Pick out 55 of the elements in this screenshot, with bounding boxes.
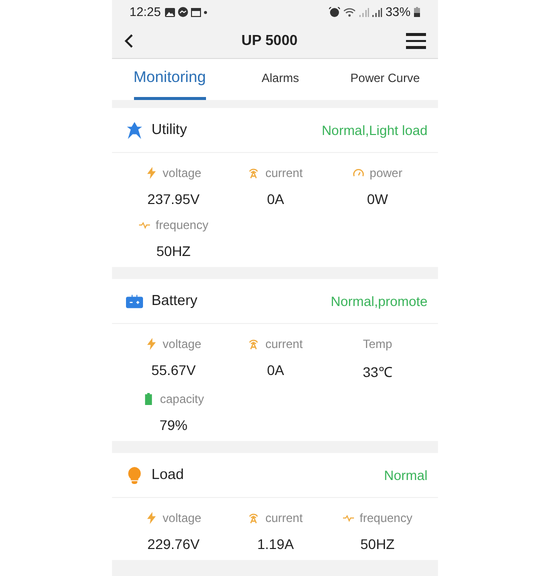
metric-value: 237.95V (147, 191, 200, 207)
battery-percent: 33% (385, 5, 410, 19)
metric-value: 0A (266, 362, 284, 378)
battery-icon (142, 393, 154, 405)
metric-label: frequency (156, 218, 208, 232)
status-text: Normal,promote (330, 294, 428, 308)
metric-label: capacity (160, 392, 204, 406)
metric-label: frequency (360, 511, 412, 525)
window-icon (190, 8, 201, 16)
pulse-icon (342, 512, 354, 524)
wifi-icon (343, 7, 356, 17)
status-text: Normal (384, 468, 428, 482)
metric-value: 50HZ (156, 243, 191, 259)
metric-value: 33℃ (362, 363, 392, 381)
metric-label: voltage (162, 166, 202, 180)
battery-icon (414, 7, 420, 17)
screen-title: UP 5000 (240, 33, 299, 49)
battery-icon (126, 292, 142, 310)
lightning-icon (146, 338, 157, 350)
metric-value: 0W (367, 191, 388, 207)
metric-value: 0A (266, 191, 284, 207)
metric-label: voltage (162, 337, 202, 351)
pulse-icon (138, 219, 150, 231)
bulb-icon (126, 466, 142, 484)
metric-value: 50HZ (360, 536, 395, 552)
tab[interactable]: Power Curve (346, 59, 424, 100)
metric-value: 79% (159, 417, 188, 433)
status-time: 12:25 (130, 5, 161, 19)
antenna-icon (248, 167, 260, 179)
dot-icon (204, 10, 207, 14)
antenna-icon (248, 338, 260, 350)
image-icon (164, 8, 175, 16)
signal-icon (372, 7, 382, 17)
lightning-icon (146, 167, 157, 179)
antenna-icon (248, 512, 260, 524)
metric-label: current (265, 337, 303, 351)
gauge-icon (352, 167, 364, 179)
tab[interactable]: Monitoring (134, 59, 206, 100)
metric-label: voltage (162, 511, 202, 525)
section-title: Load (152, 467, 185, 483)
metric-label: power (370, 166, 402, 180)
section-title: Utility (152, 122, 188, 138)
metric-value: 55.67V (151, 362, 196, 378)
chat-icon (178, 7, 188, 17)
alarm-icon (329, 7, 340, 17)
metric-label: Temp (362, 337, 392, 351)
tab[interactable]: Alarms (242, 59, 319, 100)
metric-label: current (265, 511, 303, 525)
metric-value: 229.76V (147, 536, 200, 552)
metric-value: 1.19A (257, 536, 294, 552)
lightning-icon (146, 512, 157, 524)
metric-label: current (265, 166, 303, 180)
section-title: Battery (152, 293, 198, 309)
signal-icon (359, 7, 370, 17)
status-text: Normal,Light load (322, 122, 428, 138)
